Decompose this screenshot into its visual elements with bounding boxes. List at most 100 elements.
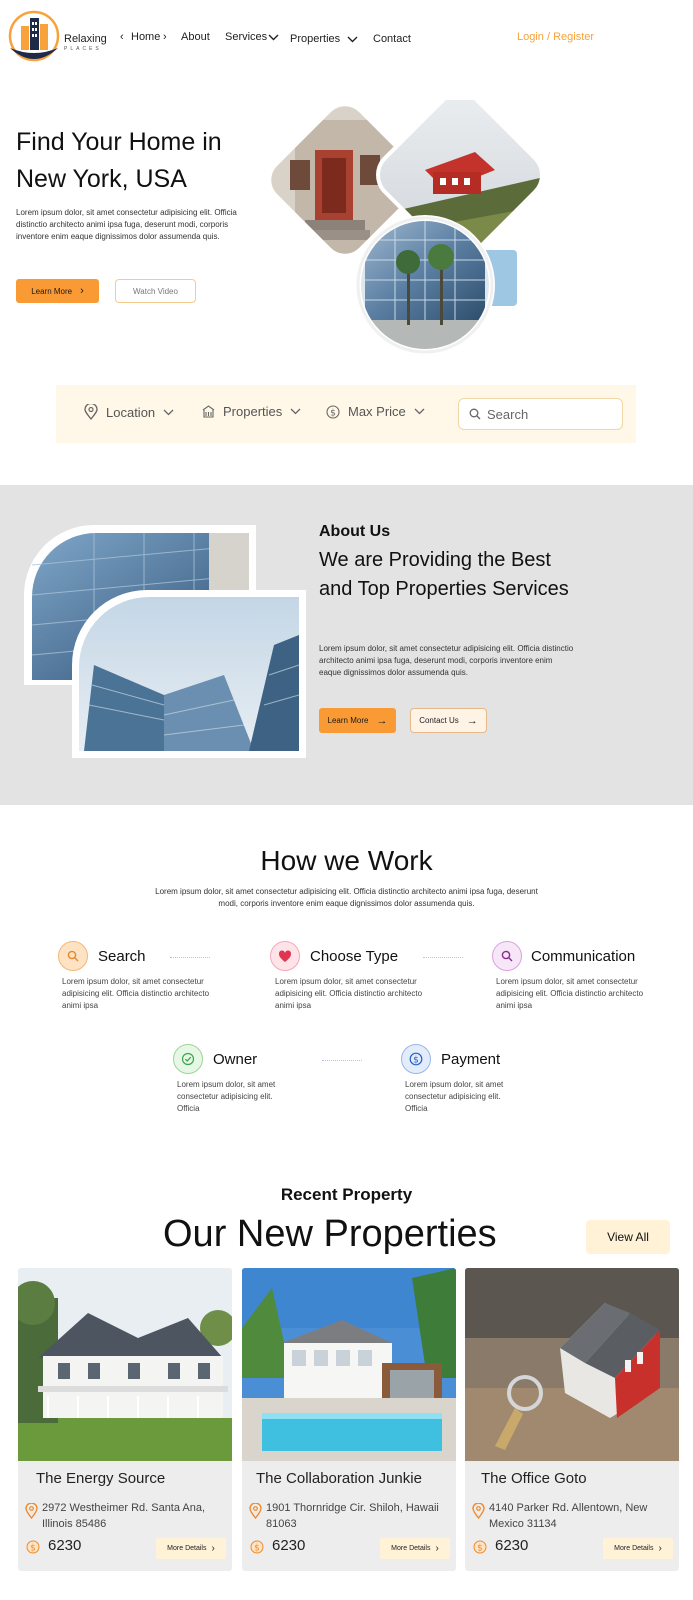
property-address: 4140 Parker Rd. Allentown, New Mexico 31… bbox=[489, 1502, 648, 1530]
step-payment-text: Lorem ipsum dolor, sit amet consectetur … bbox=[405, 1080, 504, 1113]
more-details-label: More Details bbox=[614, 1545, 654, 1552]
nav-contact[interactable]: Contact bbox=[373, 33, 411, 45]
register-link[interactable]: / Register bbox=[547, 31, 594, 43]
step-choose-type-title: Choose Type bbox=[310, 948, 399, 965]
search-placeholder: Search bbox=[487, 406, 529, 422]
property-price: 6230 bbox=[272, 1537, 306, 1554]
chevron-right-icon: › bbox=[658, 1543, 662, 1554]
nav-back-icon[interactable]: ‹ bbox=[120, 31, 124, 43]
location-pin-icon bbox=[84, 404, 98, 420]
chevron-down-icon bbox=[290, 408, 301, 415]
dollar-coin-icon: $ bbox=[26, 1540, 40, 1554]
check-circle-icon bbox=[173, 1044, 203, 1074]
location-pin-icon bbox=[25, 1503, 38, 1519]
nav-home-chevron-icon: › bbox=[163, 31, 167, 43]
about-description: Lorem ipsum dolor, sit amet consectetur … bbox=[319, 644, 574, 677]
about-learn-more-label: Learn More bbox=[327, 716, 369, 725]
property-card[interactable]: The Energy Source 2972 Westheimer Rd. Sa… bbox=[18, 1268, 232, 1571]
arrow-right-icon: → bbox=[466, 714, 478, 727]
property-card[interactable]: The Collaboration Junkie 1901 Thornridge… bbox=[242, 1268, 456, 1571]
location-label: Location bbox=[106, 404, 156, 420]
chevron-right-icon: › bbox=[211, 1543, 215, 1554]
nav-about[interactable]: About bbox=[181, 31, 210, 43]
contact-us-label: Contact Us bbox=[419, 716, 459, 725]
svg-text:$: $ bbox=[30, 1544, 35, 1554]
location-dropdown[interactable]: Location bbox=[84, 404, 174, 420]
property-photo-collaboration-junkie bbox=[242, 1268, 456, 1461]
communication-search-icon bbox=[492, 941, 522, 971]
arrow-right-icon: → bbox=[376, 714, 388, 727]
svg-text:$: $ bbox=[254, 1544, 259, 1554]
brand-subtitle: PLACES bbox=[64, 46, 102, 52]
property-price: 6230 bbox=[48, 1537, 82, 1554]
login-link[interactable]: Login bbox=[517, 31, 544, 43]
dollar-coin-icon: $ bbox=[250, 1540, 264, 1554]
svg-text:$: $ bbox=[413, 1055, 419, 1065]
hero-learn-more-button[interactable]: Learn More › bbox=[16, 279, 99, 303]
step-payment-title: Payment bbox=[441, 1051, 501, 1068]
search-input[interactable]: Search bbox=[458, 398, 623, 430]
properties-label: Properties bbox=[223, 404, 283, 419]
chevron-down-icon bbox=[414, 408, 425, 415]
max-price-dropdown[interactable]: $ Max Price bbox=[326, 404, 425, 419]
property-name: The Office Goto bbox=[481, 1470, 587, 1487]
building-icon bbox=[202, 405, 215, 418]
properties-dropdown[interactable]: Properties bbox=[202, 404, 301, 419]
property-address: 1901 Thornridge Cir. Shiloh, Hawaii 8106… bbox=[266, 1502, 439, 1530]
more-details-label: More Details bbox=[391, 1545, 431, 1552]
dollar-coin-icon: $ bbox=[326, 404, 340, 419]
nav-services[interactable]: Services bbox=[225, 31, 267, 43]
contact-us-button[interactable]: Contact Us → bbox=[410, 708, 487, 733]
svg-text:$: $ bbox=[477, 1544, 482, 1554]
more-details-button[interactable]: More Details › bbox=[603, 1538, 673, 1559]
how-we-work-title: How we Work bbox=[260, 845, 433, 876]
step-connector bbox=[322, 1060, 362, 1061]
more-details-button[interactable]: More Details › bbox=[156, 1538, 226, 1559]
view-all-button[interactable]: View All bbox=[586, 1220, 670, 1254]
step-connector bbox=[423, 957, 463, 958]
chevron-right-icon: › bbox=[80, 285, 84, 297]
brand-name: Relaxing bbox=[64, 33, 107, 45]
property-card[interactable]: The Office Goto 4140 Parker Rd. Allentow… bbox=[465, 1268, 679, 1571]
nav-properties[interactable]: Properties bbox=[290, 33, 340, 45]
step-communication-title: Communication bbox=[531, 948, 636, 965]
about-learn-more-button[interactable]: Learn More → bbox=[319, 708, 396, 733]
step-choose-type-text: Lorem ipsum dolor, sit amet consectetur … bbox=[275, 977, 423, 1010]
svg-text:$: $ bbox=[330, 408, 336, 418]
properties-chevron-down-icon[interactable] bbox=[347, 36, 358, 43]
more-details-button[interactable]: More Details › bbox=[380, 1538, 450, 1559]
property-name: The Energy Source bbox=[36, 1470, 166, 1487]
how-we-work-description: Lorem ipsum dolor, sit amet consectetur … bbox=[155, 887, 538, 908]
about-image-collage bbox=[24, 525, 306, 758]
property-address: 2972 Westheimer Rd. Santa Ana, Illinois … bbox=[42, 1502, 206, 1530]
about-kicker: About Us bbox=[319, 523, 391, 540]
search-icon bbox=[469, 408, 481, 420]
hero-description: Lorem ipsum dolor, sit amet consectetur … bbox=[16, 208, 237, 241]
property-price: 6230 bbox=[495, 1537, 529, 1554]
chevron-down-icon bbox=[163, 409, 174, 415]
login-register[interactable]: Login / Register bbox=[517, 31, 594, 43]
hero-image-collage bbox=[260, 100, 552, 355]
watch-video-button[interactable]: Watch Video bbox=[115, 279, 196, 303]
logo-mark-icon bbox=[8, 10, 60, 62]
step-owner-text: Lorem ipsum dolor, sit amet consectetur … bbox=[177, 1080, 276, 1113]
property-search-bar: Location Properties $ Max Price Search bbox=[56, 385, 636, 443]
chevron-right-icon: › bbox=[435, 1543, 439, 1554]
nav-home[interactable]: Home bbox=[131, 31, 160, 43]
properties-title: Our New Properties bbox=[163, 1213, 497, 1255]
property-photo-office-goto bbox=[465, 1268, 679, 1461]
dollar-coin-icon: $ bbox=[473, 1540, 487, 1554]
step-connector bbox=[170, 957, 210, 958]
property-name: The Collaboration Junkie bbox=[256, 1470, 422, 1487]
services-chevron-down-icon[interactable] bbox=[268, 34, 279, 41]
max-price-label: Max Price bbox=[348, 404, 406, 419]
step-communication-text: Lorem ipsum dolor, sit amet consectetur … bbox=[496, 977, 644, 1010]
heart-icon bbox=[270, 941, 300, 971]
hero-learn-more-label: Learn More bbox=[31, 286, 73, 296]
step-owner-title: Owner bbox=[213, 1051, 258, 1068]
step-search-title: Search bbox=[98, 948, 146, 965]
step-search-text: Lorem ipsum dolor, sit amet consectetur … bbox=[62, 977, 210, 1010]
location-pin-icon bbox=[249, 1503, 262, 1519]
dollar-icon: $ bbox=[401, 1044, 431, 1074]
search-icon bbox=[58, 941, 88, 971]
